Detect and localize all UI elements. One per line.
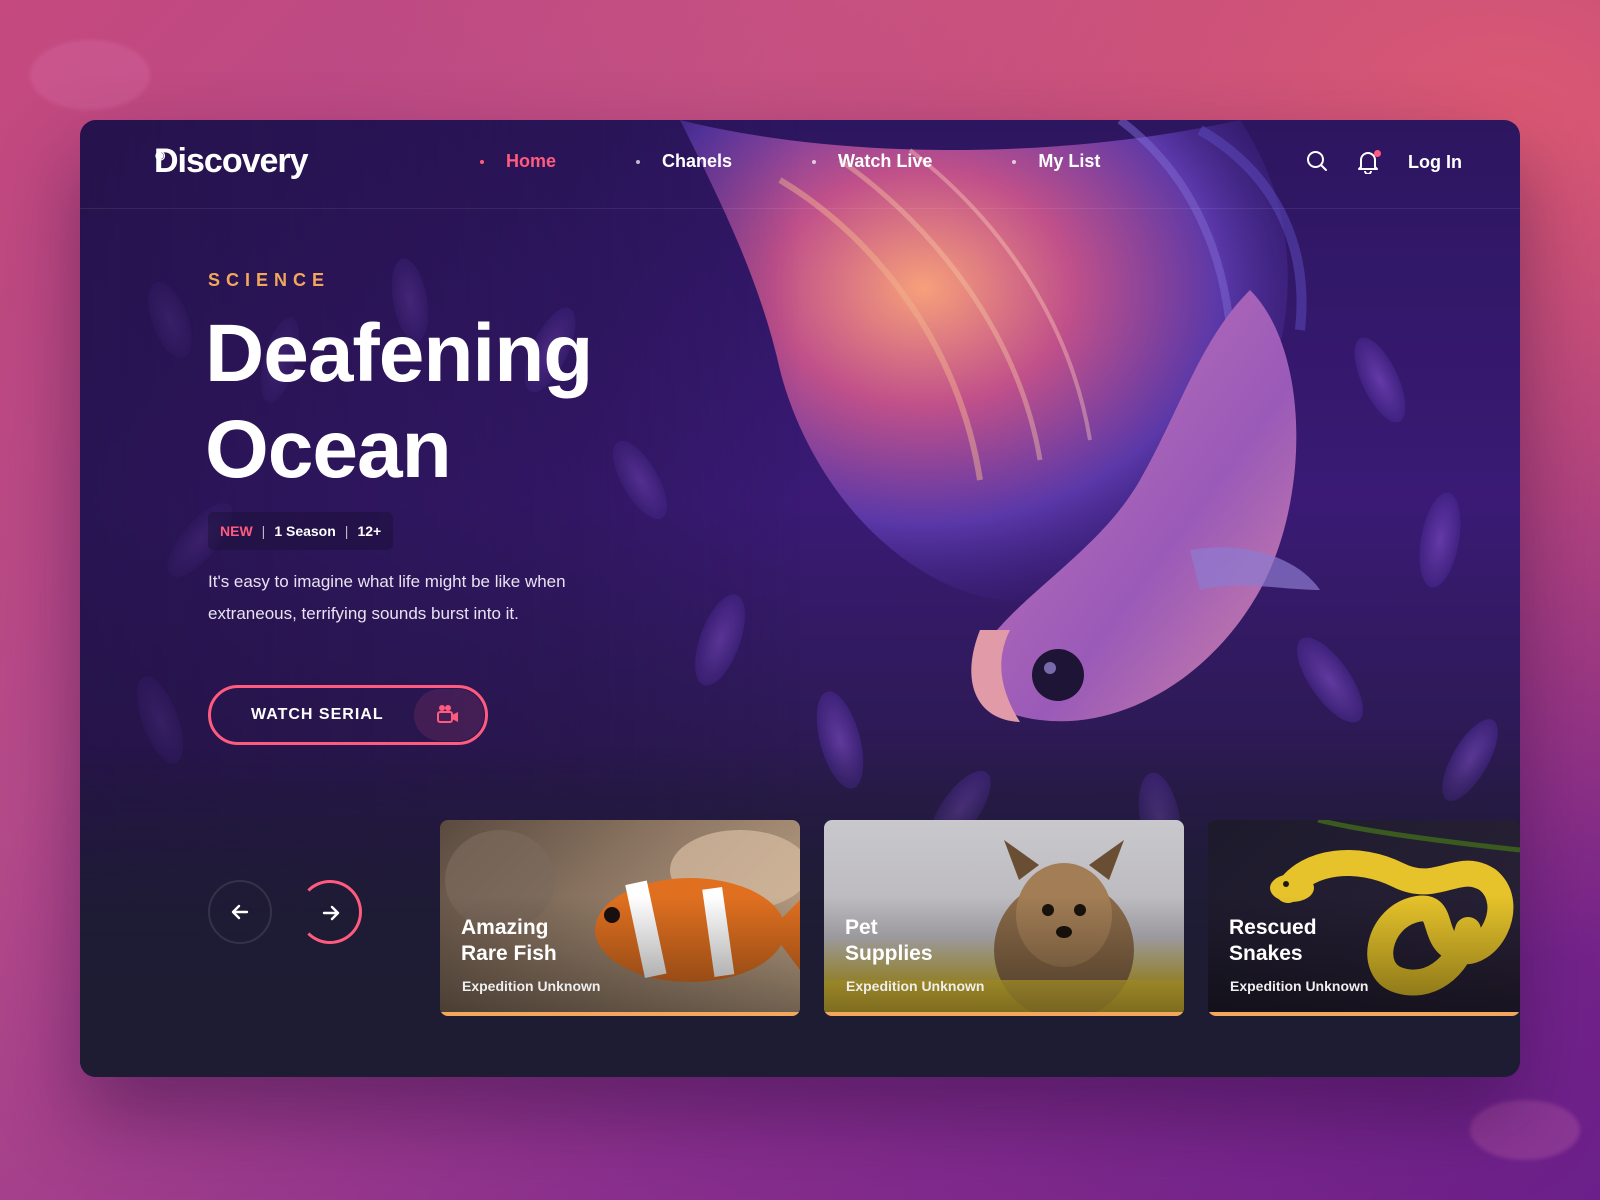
nav-item-watch-live[interactable]: Watch Live bbox=[812, 151, 932, 172]
main-nav: Home Chanels Watch Live My List bbox=[480, 151, 1100, 172]
nav-dot bbox=[636, 160, 641, 164]
card-subtitle: Expedition Unknown bbox=[462, 978, 601, 994]
card-title: Pet Supplies bbox=[845, 915, 1045, 967]
brand-logo[interactable]: ◉ Discovery bbox=[154, 142, 309, 181]
card-title: Rescued Snakes bbox=[1229, 915, 1429, 967]
bell-icon[interactable] bbox=[1357, 150, 1383, 176]
meta-badges: NEW | 1 Season | 12+ bbox=[208, 512, 394, 550]
app-window: ◉ Discovery Home Chanels Watch Live My L… bbox=[80, 120, 1520, 1077]
nav-dot bbox=[1012, 160, 1017, 164]
card-subtitle: Expedition Unknown bbox=[846, 978, 985, 994]
season-count: 1 Season bbox=[274, 523, 336, 539]
login-link[interactable]: Log In bbox=[1408, 152, 1462, 173]
watch-serial-button[interactable]: WATCH SERIAL bbox=[208, 685, 488, 745]
background-blur-shape bbox=[30, 40, 150, 110]
video-camera-icon bbox=[414, 689, 484, 741]
card-title-line: Amazing bbox=[461, 916, 549, 939]
arrow-right-icon bbox=[322, 905, 340, 921]
nav-item-my-list[interactable]: My List bbox=[1012, 151, 1100, 172]
hero-description: It's easy to imagine what life might be … bbox=[208, 572, 566, 623]
carousel-prev-button[interactable] bbox=[208, 880, 272, 944]
hero-title-line: Ocean bbox=[205, 404, 452, 495]
card-title-line: Supplies bbox=[845, 942, 933, 965]
card-title-line: Pet bbox=[845, 916, 878, 939]
nav-item-channels[interactable]: Chanels bbox=[636, 151, 732, 172]
card-rare-fish[interactable]: Amazing Rare Fish Expedition Unknown bbox=[440, 820, 800, 1016]
meta-separator: | bbox=[261, 523, 266, 539]
nav-dot bbox=[812, 160, 817, 164]
card-title-line: Rare Fish bbox=[461, 942, 557, 965]
card-title: Amazing Rare Fish bbox=[461, 915, 661, 967]
card-pet-supplies[interactable]: Pet Supplies Expedition Unknown bbox=[824, 820, 1184, 1016]
globe-icon: ◉ bbox=[155, 148, 166, 162]
arrow-left-icon bbox=[231, 904, 249, 920]
top-navigation: ◉ Discovery Home Chanels Watch Live My L… bbox=[80, 120, 1520, 209]
meta-separator: | bbox=[344, 523, 349, 539]
brand-name: Discovery bbox=[154, 142, 309, 180]
carousel-next-button[interactable] bbox=[298, 880, 362, 944]
notification-dot bbox=[1374, 150, 1381, 157]
nav-label: Home bbox=[506, 151, 557, 171]
card-subtitle: Expedition Unknown bbox=[1230, 978, 1369, 994]
nav-label: My List bbox=[1038, 151, 1101, 171]
nav-dot bbox=[480, 160, 484, 164]
nav-item-home[interactable]: Home bbox=[480, 151, 556, 172]
background-blur-shape bbox=[1470, 1100, 1580, 1160]
nav-label: Chanels bbox=[662, 151, 733, 171]
hero-title-line: Deafening bbox=[205, 308, 593, 399]
hero-title: Deafening Ocean bbox=[205, 306, 593, 498]
category-label: SCIENCE bbox=[208, 270, 331, 290]
card-rescued-snakes[interactable]: Rescued Snakes Expedition Unknown bbox=[1208, 820, 1520, 1016]
watch-serial-label: WATCH SERIAL bbox=[251, 706, 384, 723]
card-title-line: Snakes bbox=[1229, 942, 1303, 965]
age-rating: 12+ bbox=[357, 523, 382, 539]
nav-label: Watch Live bbox=[838, 151, 933, 171]
search-icon[interactable] bbox=[1306, 150, 1332, 176]
new-badge: NEW bbox=[220, 523, 253, 539]
card-title-line: Rescued bbox=[1229, 916, 1317, 939]
